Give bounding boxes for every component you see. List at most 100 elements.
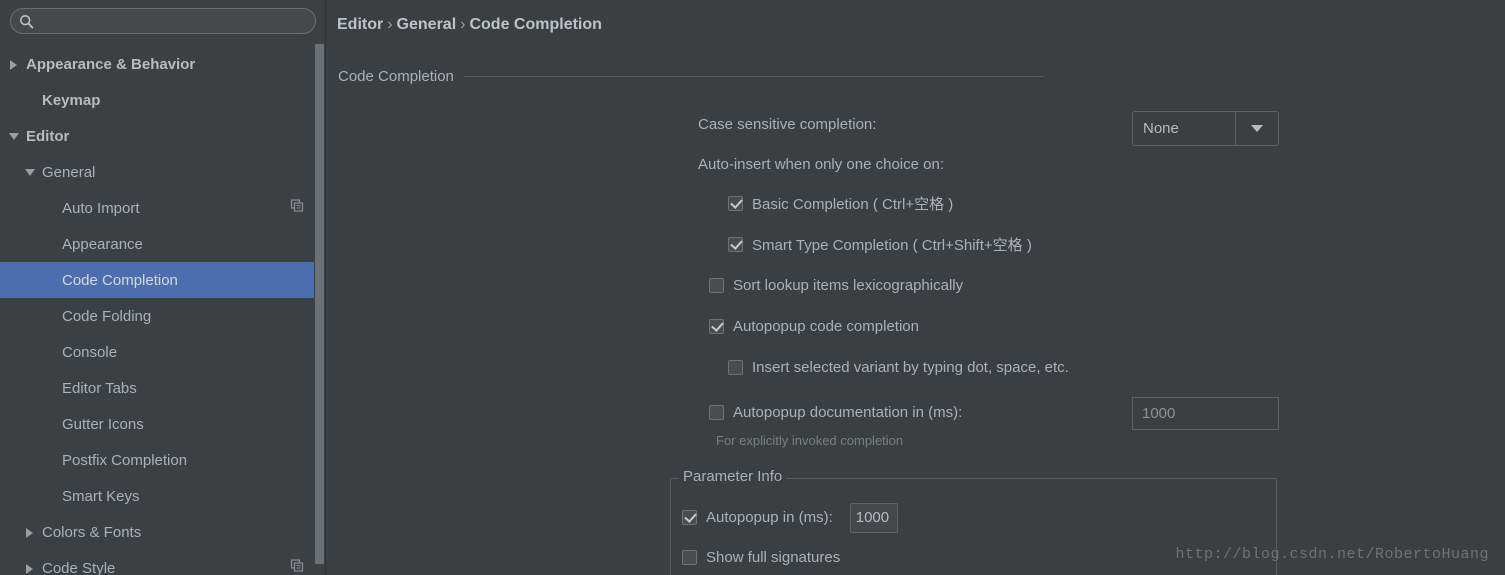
copy-icon[interactable] (290, 559, 304, 575)
tree-indent-spacer (44, 382, 57, 395)
search-input[interactable] (39, 11, 307, 31)
chevron-right-icon[interactable] (24, 562, 37, 575)
sidebar-scrollbar-thumb[interactable] (315, 44, 324, 564)
chevron-right-icon[interactable] (24, 526, 37, 539)
sort-lookup-label: Sort lookup items lexicographically (733, 277, 963, 294)
tree-indent-spacer (44, 274, 57, 287)
section-title: Code Completion (338, 68, 454, 85)
search-container (0, 0, 326, 40)
parameter-autopopup-row[interactable]: Autopopup in (ms): (682, 497, 1276, 538)
sidebar-item-postfix-completion[interactable]: Postfix Completion (0, 442, 326, 478)
sidebar-item-auto-import[interactable]: Auto Import (0, 190, 326, 226)
chevron-down-icon[interactable] (1236, 125, 1278, 132)
parameter-autopopup-checkbox[interactable] (682, 510, 697, 525)
auto-insert-label: Auto-insert when only one choice on: (698, 156, 944, 173)
case-sensitive-row: Case sensitive completion: (326, 104, 1505, 145)
sidebar-item-code-style[interactable]: Code Style (0, 550, 326, 575)
sidebar-item-label: Appearance (62, 236, 143, 253)
settings-sidebar: Appearance & Behavior Keymap Editor General… (0, 0, 326, 575)
sidebar-item-colors-fonts[interactable]: Colors & Fonts (0, 514, 326, 550)
breadcrumb-part-general[interactable]: General (397, 16, 457, 33)
autopopup-documentation-input[interactable] (1132, 397, 1279, 430)
sidebar-item-keymap[interactable]: Keymap (0, 82, 326, 118)
settings-tree: Appearance & Behavior Keymap Editor General… (0, 46, 326, 575)
breadcrumb-separator: › (387, 16, 392, 33)
tree-indent-spacer (44, 238, 57, 251)
section-divider (464, 76, 1044, 77)
settings-form: Case sensitive completion: Auto-insert w… (326, 104, 1505, 437)
smart-type-completion-label: Smart Type Completion ( Ctrl+Shift+空格 ) (752, 234, 1032, 255)
parameter-autopopup-input[interactable] (850, 503, 898, 533)
case-sensitive-label: Case sensitive completion: (698, 116, 876, 133)
settings-content: Editor›General›Code Completion Code Comp… (326, 0, 1505, 575)
sidebar-item-code-completion[interactable]: Code Completion (0, 262, 326, 298)
tree-indent-spacer (44, 490, 57, 503)
autopopup-documentation-label: Autopopup documentation in (ms): (733, 404, 962, 421)
chevron-down-icon[interactable] (24, 166, 37, 179)
sidebar-item-label: Editor (26, 128, 69, 145)
sidebar-item-label: Keymap (42, 92, 100, 109)
sidebar-item-editor[interactable]: Editor (0, 118, 326, 154)
sidebar-item-label: Code Folding (62, 308, 151, 325)
tree-indent-spacer (24, 94, 37, 107)
breadcrumb-separator: › (460, 16, 465, 33)
sidebar-item-label: Postfix Completion (62, 452, 187, 469)
sidebar-item-general[interactable]: General (0, 154, 326, 190)
tree-indent-spacer (44, 418, 57, 431)
parameter-info-title: Parameter Info (679, 468, 786, 485)
basic-completion-checkbox[interactable] (728, 196, 743, 211)
chevron-right-icon[interactable] (8, 58, 21, 71)
sort-lookup-row[interactable]: Sort lookup items lexicographically (326, 265, 1505, 306)
sidebar-item-console[interactable]: Console (0, 334, 326, 370)
basic-completion-row[interactable]: Basic Completion ( Ctrl+空格 ) (326, 183, 1505, 224)
sidebar-item-label: Gutter Icons (62, 416, 144, 433)
sidebar-item-editor-tabs[interactable]: Editor Tabs (0, 370, 326, 406)
case-sensitive-dropdown[interactable]: None (1132, 111, 1279, 146)
autopopup-code-completion-checkbox[interactable] (709, 319, 724, 334)
copy-icon[interactable] (290, 199, 304, 218)
parameter-autopopup-label: Autopopup in (ms): (706, 509, 833, 526)
sidebar-item-label: Console (62, 344, 117, 361)
breadcrumb: Editor›General›Code Completion (337, 16, 602, 34)
sidebar-item-label: Editor Tabs (62, 380, 137, 397)
autopopup-documentation-row[interactable]: Autopopup documentation in (ms): (326, 388, 1505, 437)
show-full-signatures-label: Show full signatures (706, 549, 840, 566)
sidebar-item-label: Code Style (42, 560, 115, 575)
insert-selected-variant-checkbox[interactable] (728, 360, 743, 375)
sort-lookup-checkbox[interactable] (709, 278, 724, 293)
smart-type-completion-row[interactable]: Smart Type Completion ( Ctrl+Shift+空格 ) (326, 224, 1505, 265)
chevron-down-icon[interactable] (8, 130, 21, 143)
sidebar-item-appearance-behavior[interactable]: Appearance & Behavior (0, 46, 326, 82)
insert-selected-variant-row[interactable]: Insert selected variant by typing dot, s… (326, 347, 1505, 388)
search-box[interactable] (10, 8, 316, 34)
sidebar-item-appearance[interactable]: Appearance (0, 226, 326, 262)
section-header: Code Completion (338, 68, 1505, 85)
show-full-signatures-checkbox[interactable] (682, 550, 697, 565)
sidebar-item-code-folding[interactable]: Code Folding (0, 298, 326, 334)
sidebar-item-smart-keys[interactable]: Smart Keys (0, 478, 326, 514)
watermark: http://blog.csdn.net/RobertoHuang (1175, 546, 1489, 563)
tree-indent-spacer (44, 454, 57, 467)
tree-indent-spacer (44, 346, 57, 359)
sidebar-item-gutter-icons[interactable]: Gutter Icons (0, 406, 326, 442)
sidebar-item-label: Code Completion (62, 272, 178, 289)
smart-type-completion-checkbox[interactable] (728, 237, 743, 252)
search-icon (19, 14, 34, 29)
tree-indent-spacer (44, 202, 57, 215)
parameter-info-body: Autopopup in (ms): Show full signatures (682, 497, 1276, 575)
breadcrumb-part-editor[interactable]: Editor (337, 16, 383, 33)
case-sensitive-dropdown-value: None (1133, 120, 1235, 137)
autopopup-code-completion-row[interactable]: Autopopup code completion (326, 306, 1505, 347)
insert-selected-variant-label: Insert selected variant by typing dot, s… (752, 359, 1069, 376)
auto-insert-row: Auto-insert when only one choice on: (326, 145, 1505, 183)
settings-dialog: Appearance & Behavior Keymap Editor General… (0, 0, 1505, 575)
autopopup-code-completion-label: Autopopup code completion (733, 318, 919, 335)
sidebar-item-label: General (42, 164, 95, 181)
autopopup-documentation-checkbox[interactable] (709, 405, 724, 420)
breadcrumb-part-code-completion[interactable]: Code Completion (469, 16, 601, 33)
sidebar-item-label: Smart Keys (62, 488, 140, 505)
basic-completion-label: Basic Completion ( Ctrl+空格 ) (752, 193, 953, 214)
sidebar-item-label: Colors & Fonts (42, 524, 141, 541)
sidebar-item-label: Auto Import (62, 200, 140, 217)
tree-indent-spacer (44, 310, 57, 323)
